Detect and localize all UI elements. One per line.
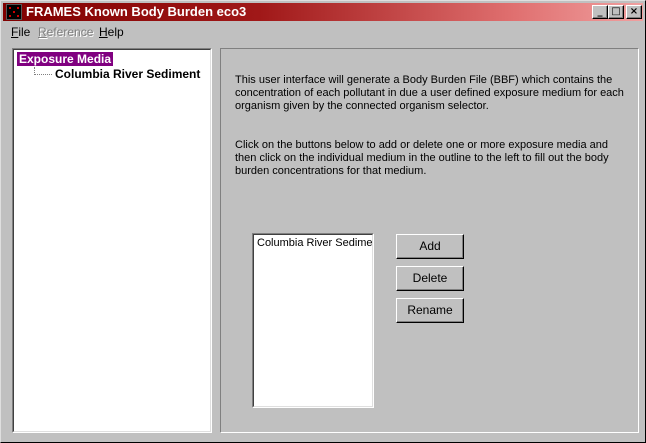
- menu-bar: File Reference Help: [3, 22, 643, 42]
- close-button[interactable]: ×: [626, 5, 642, 19]
- listbox-area: Columbia River Sedimen: [253, 234, 373, 407]
- delete-button[interactable]: Delete: [396, 266, 464, 291]
- tree-node-columbia-river-sediment[interactable]: Columbia River Sediment: [55, 67, 200, 81]
- tree-view-area: Exposure Media Columbia River Sediment: [13, 49, 211, 432]
- menu-help-accel: H: [99, 25, 108, 39]
- exposure-media-tree[interactable]: Exposure Media Columbia River Sediment: [12, 48, 212, 433]
- title-bar[interactable]: FRAMES Known Body Burden eco3 _ □ ×: [3, 3, 643, 21]
- menu-help-rest: elp: [107, 25, 124, 39]
- add-button[interactable]: Add: [396, 234, 464, 259]
- rename-button[interactable]: Rename: [396, 298, 464, 323]
- description-text-2: Click on the buttons below to add or del…: [235, 139, 609, 177]
- menu-help[interactable]: Help: [99, 25, 124, 39]
- tree-node-exposure-media[interactable]: Exposure Media: [17, 52, 114, 66]
- menu-file[interactable]: File: [11, 25, 30, 39]
- list-item[interactable]: Columbia River Sedimen: [257, 237, 373, 249]
- media-listbox[interactable]: Columbia River Sedimen: [252, 233, 374, 408]
- menu-reference-accel: R: [38, 25, 47, 39]
- menu-reference: Reference: [38, 25, 93, 39]
- menu-reference-rest: eference: [46, 25, 94, 39]
- app-icon[interactable]: [6, 4, 22, 20]
- maximize-button[interactable]: □: [608, 5, 624, 19]
- main-panel: This user interface will generate a Body…: [220, 48, 639, 433]
- menu-file-rest: ile: [18, 25, 31, 39]
- tree-connector: [34, 74, 52, 75]
- app-window: FRAMES Known Body Burden eco3 _ □ × File…: [0, 0, 646, 443]
- window-title: FRAMES Known Body Burden eco3: [26, 4, 247, 19]
- description-text-1: This user interface will generate a Body…: [235, 74, 624, 112]
- minimize-button[interactable]: _: [592, 5, 608, 19]
